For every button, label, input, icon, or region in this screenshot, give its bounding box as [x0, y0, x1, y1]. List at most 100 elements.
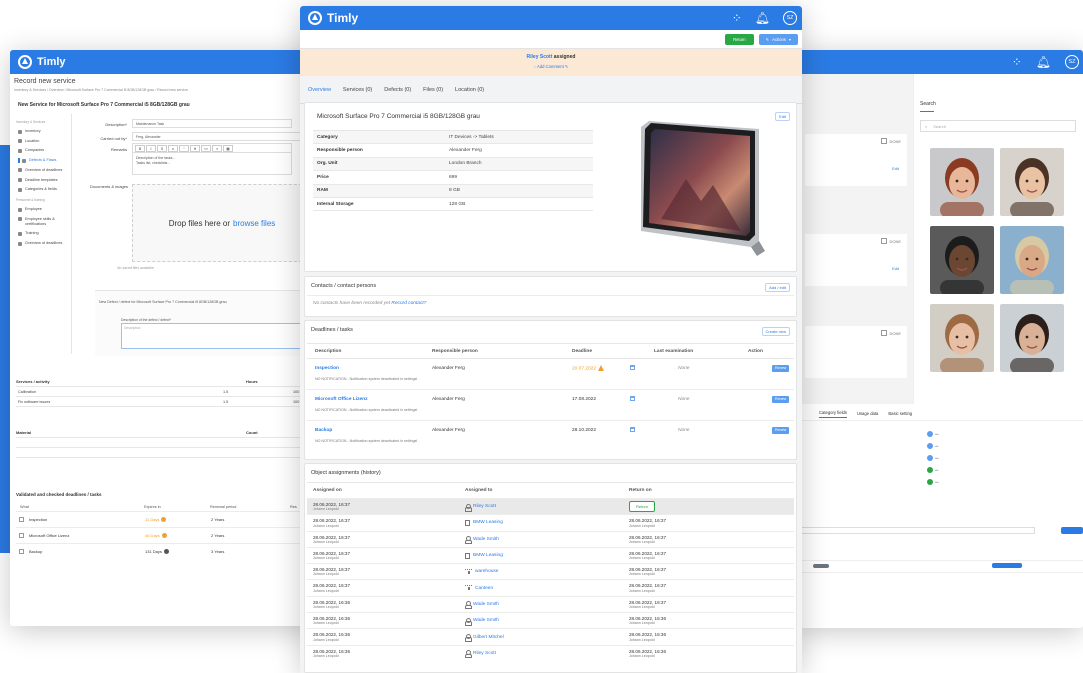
- done-checkbox[interactable]: DONE: [881, 238, 901, 244]
- return-button[interactable]: Return: [629, 500, 656, 512]
- create-new-deadline-button[interactable]: Create new: [761, 327, 790, 336]
- employee-photo[interactable]: [1000, 148, 1064, 216]
- link-button[interactable]: ∞: [168, 144, 178, 152]
- assignee-link[interactable]: Riley Scott: [473, 504, 496, 509]
- deadline-row[interactable]: Inspection Alexander Ferg 20.07.2022 Non…: [307, 359, 794, 390]
- employee-photo[interactable]: [930, 304, 994, 372]
- row-checkbox[interactable]: [19, 517, 24, 522]
- file-dropzone[interactable]: Drop files here or browse files: [132, 184, 312, 262]
- actions-dropdown[interactable]: ✎ Actions ▾: [758, 33, 798, 45]
- assignee-link[interactable]: Riley Scott: [473, 651, 496, 656]
- assignee-link[interactable]: Wade Smith: [473, 602, 499, 607]
- italic-button[interactable]: I: [146, 144, 156, 152]
- table-row[interactable]: 28.06.2022, 16:37 Johann Leopold warehouse…: [307, 563, 794, 579]
- renew-button[interactable]: Renew: [772, 395, 790, 403]
- strike-button[interactable]: S: [157, 144, 167, 152]
- add-comment-link[interactable]: ◌ Add Comment ✎: [300, 64, 802, 69]
- table-row[interactable]: 28.06.2022, 16:37 Johann Leopold Canteen 28…: [307, 579, 794, 595]
- row-checkbox[interactable]: [19, 533, 24, 538]
- calendar-icon[interactable]: [630, 426, 635, 432]
- bell-icon[interactable]: 🔔︎: [1036, 55, 1051, 69]
- assignee-link[interactable]: BMW Leasing: [473, 553, 503, 558]
- return-button[interactable]: Return: [725, 33, 754, 45]
- table-row[interactable]: Microsoft Office Lizenz 46 Days 2 Years: [16, 527, 316, 543]
- sidebar-item-personnel-deadlines[interactable]: Overview of deadlines: [18, 241, 71, 246]
- table-row[interactable]: Backup 131 Days 3 Years: [16, 543, 316, 559]
- deadline-row[interactable]: Backup Alexander Ferg 28.10.2022 None Re…: [307, 421, 794, 452]
- timly-logo[interactable]: Timly: [18, 55, 66, 69]
- tab-location[interactable]: Location (0): [455, 76, 484, 104]
- browse-files-link[interactable]: browse files: [233, 219, 275, 228]
- breadcrumb[interactable]: Inventory & Services / Overview / Micros…: [14, 88, 188, 92]
- table-row[interactable]: 28.06.2022, 16:36 Johann Leopold Wade Smit…: [307, 595, 794, 612]
- user-avatar[interactable]: SZ: [783, 11, 797, 25]
- employee-photo[interactable]: [930, 226, 994, 294]
- code-button[interactable]: <>: [201, 144, 211, 152]
- defect-description-input[interactable]: Description: [121, 323, 321, 349]
- assignee-link[interactable]: warehouse: [475, 569, 498, 574]
- sidebar-item-deadlines-overview[interactable]: Overview of deadlines: [18, 168, 71, 173]
- tab-usage-data[interactable]: Usage data: [857, 411, 878, 416]
- remarks-editor[interactable]: Description of the tasks... Tasks list, …: [132, 153, 292, 175]
- calendar-icon[interactable]: [630, 395, 635, 401]
- tab-services[interactable]: Services (0): [343, 76, 372, 104]
- deadline-link[interactable]: Microsoft Office Lizenz: [307, 397, 432, 402]
- tab-overview[interactable]: Overview: [308, 76, 331, 104]
- assignee-link[interactable]: Canteen: [475, 586, 493, 591]
- carried-out-select[interactable]: Ferg, Alexander: [132, 132, 302, 141]
- assignee-link[interactable]: Wade Smith: [473, 618, 499, 623]
- renew-button[interactable]: Renew: [772, 426, 790, 434]
- module-grid-icon[interactable]: ⁘: [732, 11, 742, 25]
- add-edit-contacts-button[interactable]: Add / edit: [765, 283, 790, 292]
- action-button[interactable]: [1061, 527, 1083, 534]
- employee-photo[interactable]: [1000, 226, 1064, 294]
- table-row[interactable]: 28.06.2022, 16:37 Johann Leopold Riley Sco…: [307, 498, 794, 515]
- sidebar-item-location[interactable]: Location: [18, 139, 71, 144]
- table-row[interactable]: Fix software issues 1.5 100: [16, 396, 316, 406]
- timly-logo[interactable]: Timly: [308, 11, 358, 25]
- done-checkbox[interactable]: DONE: [881, 330, 901, 336]
- table-row[interactable]: 28.06.2022, 16:36 Johann Leopold Riley Sco…: [307, 644, 794, 661]
- deadline-link[interactable]: Inspection: [307, 366, 432, 371]
- edit-link[interactable]: Edit: [892, 266, 899, 271]
- tab-files[interactable]: Files (0): [423, 76, 443, 104]
- deadline-row[interactable]: Microsoft Office Lizenz Alexander Ferg 1…: [307, 390, 794, 421]
- sidebar-item-deadline-templates[interactable]: Deadline templates: [18, 178, 71, 183]
- employee-photo[interactable]: [930, 148, 994, 216]
- search-input[interactable]: ⌕ Search: [920, 120, 1076, 132]
- assignee-link[interactable]: BMW Leasing: [473, 520, 503, 525]
- done-checkbox[interactable]: DONE: [881, 138, 901, 144]
- assignee-link[interactable]: Riley Scott: [527, 54, 553, 60]
- sidebar-item-inventory[interactable]: Inventory: [18, 129, 71, 134]
- module-grid-icon[interactable]: ⁘: [1012, 55, 1022, 69]
- edit-link[interactable]: Edit: [892, 166, 899, 171]
- table-row[interactable]: Inspection 11 Days 2 Years: [16, 511, 316, 527]
- employee-photo[interactable]: [1000, 304, 1064, 372]
- sidebar-item-training[interactable]: Training: [18, 231, 71, 236]
- renew-button[interactable]: Renew: [772, 364, 790, 372]
- table-row[interactable]: 28.06.2022, 16:36 Johann Leopold Wade Smit…: [307, 612, 794, 628]
- deadline-link[interactable]: Backup: [307, 428, 432, 433]
- description-input[interactable]: Maintenance Task: [132, 119, 292, 128]
- bell-icon[interactable]: 🔔︎: [755, 11, 770, 25]
- sidebar-item-defects[interactable]: Defects & Flaws: [18, 158, 71, 163]
- list-button[interactable]: ≡: [212, 144, 222, 152]
- tab-basic-setting[interactable]: Basic setting: [888, 411, 912, 416]
- table-row[interactable]: 28.06.2022, 16:37 Johann Leopold Wade Smit…: [307, 530, 794, 547]
- sidebar-item-employee[interactable]: Employee: [18, 207, 71, 212]
- calendar-icon[interactable]: [630, 364, 635, 370]
- quote-button[interactable]: ": [179, 144, 189, 152]
- tab-defects[interactable]: Defects (0): [384, 76, 411, 104]
- table-row[interactable]: 28.06.2022, 16:37 Johann Leopold BMW Leasi…: [307, 514, 794, 530]
- row-checkbox[interactable]: [19, 549, 24, 554]
- table-row[interactable]: 28.06.2022, 16:36 Johann Leopold Gilbert M…: [307, 628, 794, 644]
- sidebar-item-companies[interactable]: Companies: [18, 148, 71, 153]
- sidebar-item-skills[interactable]: Employee skills & certifications: [18, 217, 71, 226]
- bold-button[interactable]: B: [135, 144, 145, 152]
- heading-button[interactable]: H: [190, 144, 200, 152]
- assignee-link[interactable]: Wade Smith: [473, 537, 499, 542]
- user-avatar[interactable]: SZ: [1065, 55, 1079, 69]
- table-row[interactable]: Calibration 1.5 100: [16, 386, 316, 396]
- record-contact-link[interactable]: Record contact?: [391, 301, 426, 306]
- table-row[interactable]: 28.06.2022, 16:37 Johann Leopold BMW Leasi…: [307, 546, 794, 563]
